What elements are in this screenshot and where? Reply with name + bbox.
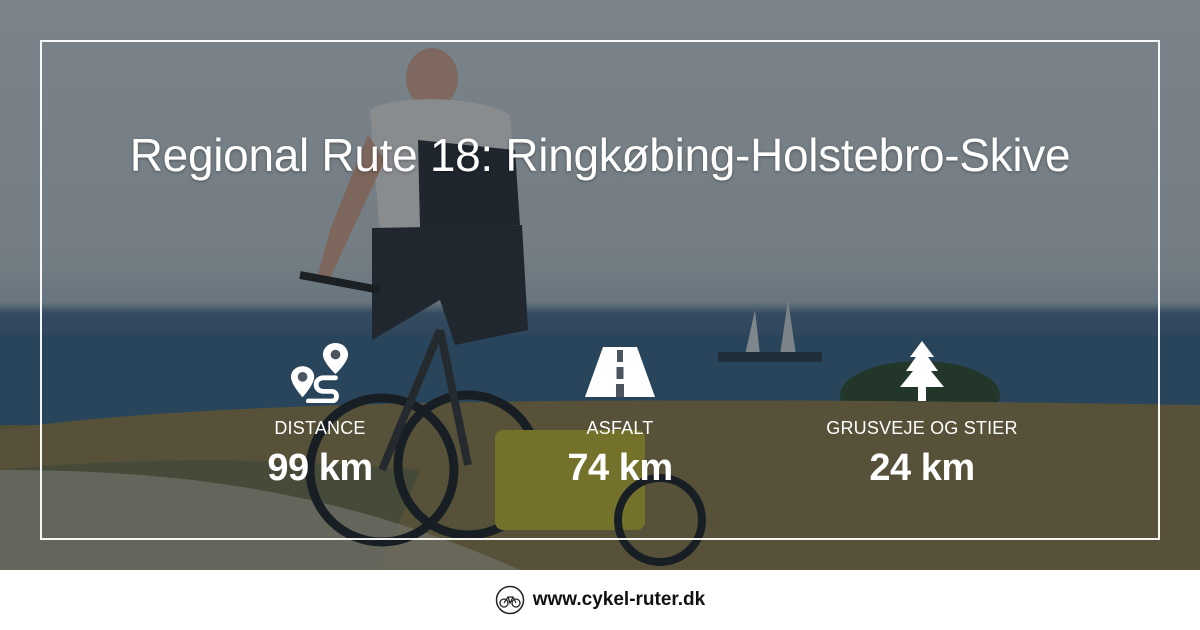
pine-tree-icon: [772, 340, 1072, 404]
footer: www.cykel-ruter.dk: [0, 570, 1200, 630]
stat-label: GRUSVEJE OG STIER: [826, 418, 1018, 438]
stat-distance: DISTANCE 99 km: [170, 340, 470, 490]
stat-value: 99 km: [267, 447, 373, 489]
bicycle-logo-icon: [495, 585, 524, 615]
stat-value: 74 km: [567, 447, 673, 489]
road-icon: [470, 340, 770, 404]
stat-label: ASFALT: [586, 418, 654, 438]
route-pin-icon: [170, 340, 470, 404]
site-url-link[interactable]: www.cykel-ruter.dk: [533, 589, 705, 611]
stat-label: DISTANCE: [274, 418, 366, 438]
route-title: Regional Rute 18: Ringkøbing-Holstebro-S…: [129, 129, 1071, 181]
stat-asphalt: ASFALT 74 km: [470, 340, 770, 490]
stat-value: 24 km: [869, 447, 975, 489]
stat-gravel: GRUSVEJE OG STIER 24 km: [772, 340, 1072, 490]
